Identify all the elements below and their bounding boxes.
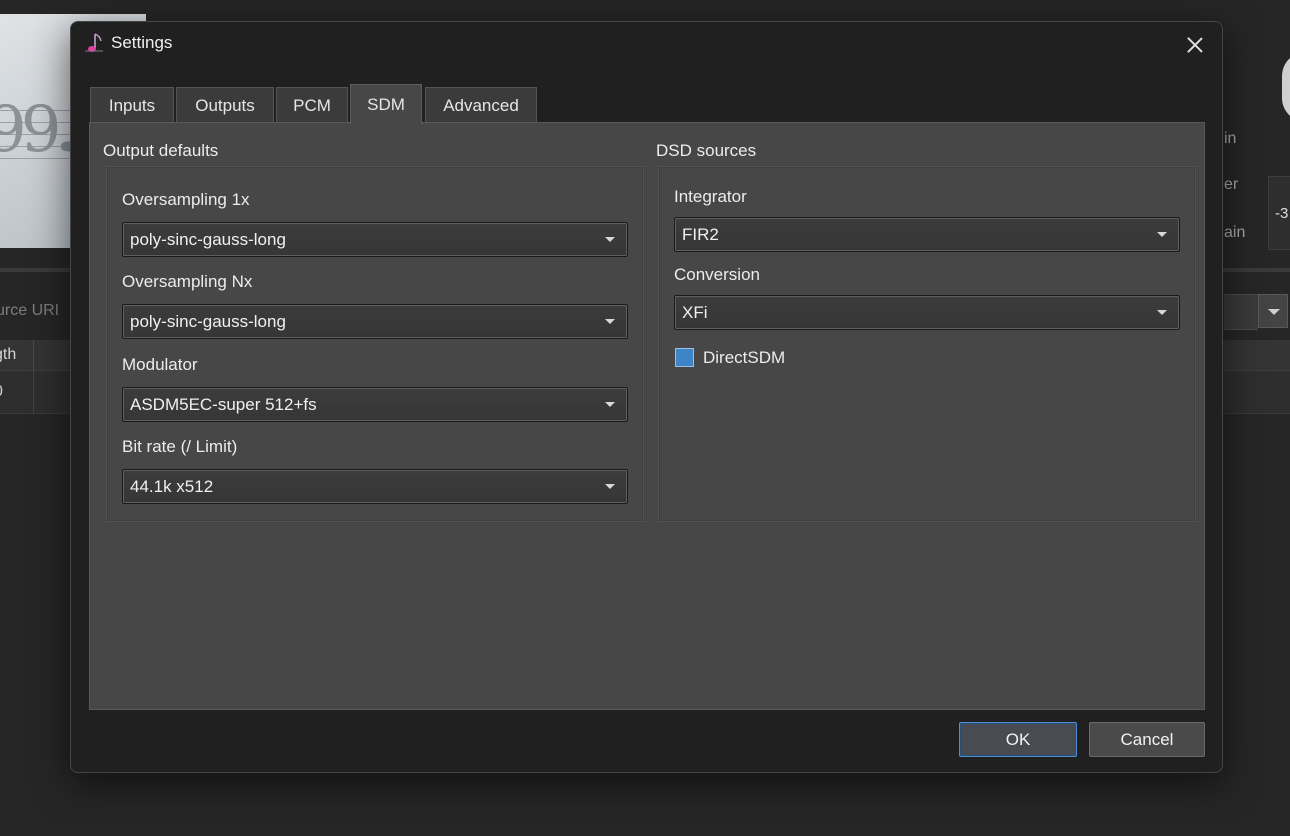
- column-header-length[interactable]: gth: [0, 340, 34, 370]
- chevron-down-icon: [605, 319, 615, 324]
- conversion-select[interactable]: XFi: [674, 295, 1180, 330]
- source-uri-label: urce URI: [0, 302, 60, 319]
- chevron-down-icon: [605, 484, 615, 489]
- bit-rate-select[interactable]: 44.1k x512: [122, 469, 628, 504]
- tab-advanced[interactable]: Advanced: [425, 87, 537, 123]
- ok-button[interactable]: OK: [959, 722, 1077, 757]
- oversampling-1x-label: Oversampling 1x: [122, 190, 250, 209]
- cancel-button[interactable]: Cancel: [1089, 722, 1205, 757]
- right-label-filter: er: [1224, 176, 1239, 193]
- music-note-app-icon: [85, 33, 103, 52]
- chevron-down-icon: [1157, 310, 1167, 315]
- output-defaults-title: Output defaults: [103, 141, 219, 160]
- table-cell: 0: [0, 371, 34, 413]
- close-icon[interactable]: [1182, 32, 1208, 58]
- oversampling-nx-label: Oversampling Nx: [122, 272, 253, 291]
- volume-knob[interactable]: [1282, 52, 1290, 122]
- integrator-value: FIR2: [682, 225, 719, 244]
- modulator-select[interactable]: ASDM5EC-super 512+fs: [122, 387, 628, 422]
- bit-rate-value: 44.1k x512: [130, 477, 214, 496]
- dialog-title: Settings: [111, 33, 173, 52]
- oversampling-1x-value: poly-sinc-gauss-long: [130, 230, 286, 249]
- source-uri-field[interactable]: [1224, 294, 1258, 330]
- dsd-sources-title: DSD sources: [656, 141, 757, 160]
- direct-sdm-label[interactable]: DirectSDM: [703, 348, 785, 368]
- right-label-again: ain: [1224, 224, 1246, 241]
- oversampling-nx-value: poly-sinc-gauss-long: [130, 312, 286, 331]
- modulator-label: Modulator: [122, 355, 198, 374]
- gain-value-field[interactable]: -3: [1268, 176, 1290, 250]
- chevron-down-icon: [605, 237, 615, 242]
- conversion-label: Conversion: [674, 265, 760, 284]
- tab-sdm[interactable]: SDM: [350, 84, 422, 124]
- chevron-down-icon: [1157, 232, 1167, 237]
- oversampling-1x-select[interactable]: poly-sinc-gauss-long: [122, 222, 628, 257]
- integrator-label: Integrator: [674, 187, 747, 206]
- tab-outputs[interactable]: Outputs: [176, 87, 274, 123]
- sdm-tab-panel: Output defaults Oversampling 1x poly-sin…: [89, 122, 1205, 710]
- bit-rate-label: Bit rate (/ Limit): [122, 437, 238, 456]
- dsd-sources-group: Integrator FIR2 Conversion XFi DirectSDM: [658, 166, 1196, 522]
- direct-sdm-checkbox[interactable]: [675, 348, 694, 367]
- output-defaults-group: Oversampling 1x poly-sinc-gauss-long Ove…: [106, 166, 644, 522]
- source-uri-dropdown-button[interactable]: [1258, 294, 1288, 328]
- conversion-value: XFi: [682, 303, 708, 322]
- settings-dialog: Settings Inputs Outputs PCM SDM Advanced…: [70, 21, 1223, 773]
- integrator-select[interactable]: FIR2: [674, 217, 1180, 252]
- chevron-down-icon: [605, 402, 615, 407]
- right-label-gain: in: [1224, 130, 1237, 147]
- oversampling-nx-select[interactable]: poly-sinc-gauss-long: [122, 304, 628, 339]
- modulator-value: ASDM5EC-super 512+fs: [130, 395, 317, 414]
- title-bar[interactable]: Settings: [71, 22, 1222, 66]
- tab-inputs[interactable]: Inputs: [90, 87, 174, 123]
- tab-pcm[interactable]: PCM: [276, 87, 348, 123]
